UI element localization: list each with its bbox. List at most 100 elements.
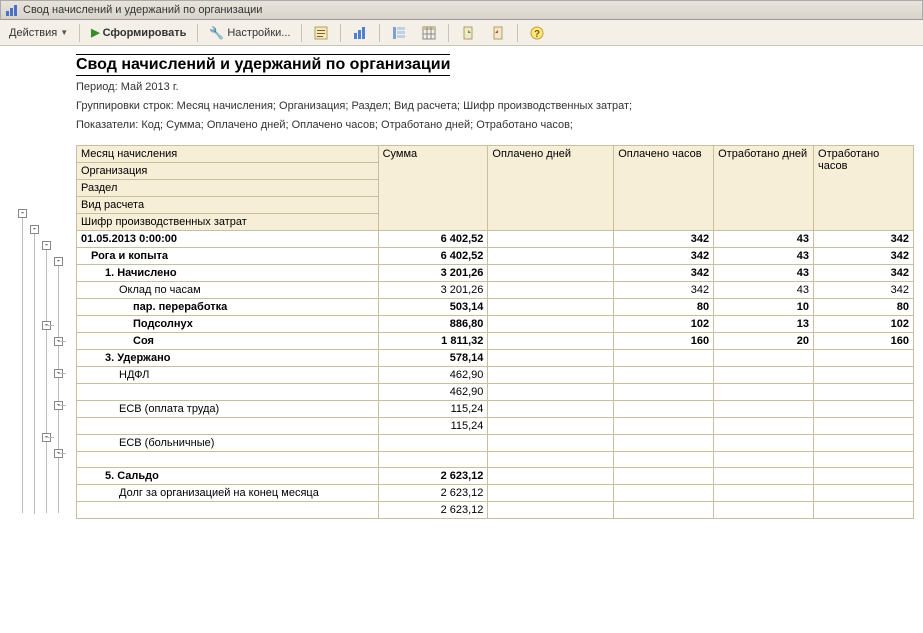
- cell: [814, 434, 914, 451]
- cell: 462,90: [378, 366, 488, 383]
- row-label: [77, 383, 379, 400]
- toolbar-icon-2[interactable]: [347, 22, 373, 44]
- toolbar-icon-1[interactable]: [308, 22, 334, 44]
- separator: [379, 24, 380, 42]
- table-row[interactable]: 2 623,12: [77, 501, 914, 518]
- cell: [488, 400, 614, 417]
- cell: [714, 417, 814, 434]
- row-label: 1. Начислено: [77, 264, 379, 281]
- toolbar-icon-4[interactable]: [416, 22, 442, 44]
- row-label: [77, 451, 379, 467]
- period-line: Период: Май 2013 г.: [76, 80, 917, 95]
- row-label: Соя: [77, 332, 379, 349]
- cell: [714, 383, 814, 400]
- cell: [814, 451, 914, 467]
- row-label: [77, 417, 379, 434]
- table-row[interactable]: [77, 451, 914, 467]
- table-row[interactable]: Рога и копыта6 402,5234243342: [77, 247, 914, 264]
- cell: [614, 467, 714, 484]
- toolbar: Действия ▼ ▶ Сформировать 🔧 Настройки...…: [0, 20, 923, 46]
- cell: [614, 400, 714, 417]
- cell: [378, 451, 488, 467]
- cell: 462,90: [378, 383, 488, 400]
- cell: 3 201,26: [378, 281, 488, 298]
- help-button[interactable]: ?: [524, 22, 550, 44]
- toolbar-icon-3[interactable]: [386, 22, 412, 44]
- cell: [614, 484, 714, 501]
- cell: 80: [614, 298, 714, 315]
- cell: 13: [714, 315, 814, 332]
- cell: [488, 501, 614, 518]
- settings-button[interactable]: 🔧 Настройки...: [204, 23, 295, 43]
- cell: [488, 417, 614, 434]
- toolbar-icon-6[interactable]: [485, 22, 511, 44]
- table-row[interactable]: 115,24: [77, 417, 914, 434]
- cell: 342: [614, 281, 714, 298]
- cell: 2 623,12: [378, 484, 488, 501]
- row-label: Долг за организацией на конец месяца: [77, 484, 379, 501]
- cell: 342: [614, 247, 714, 264]
- table-row[interactable]: Соя1 811,3216020160: [77, 332, 914, 349]
- row-label: Оклад по часам: [77, 281, 379, 298]
- tree-toggle[interactable]: -: [42, 241, 51, 250]
- separator: [197, 24, 198, 42]
- cell: 2 623,12: [378, 467, 488, 484]
- cell: 3 201,26: [378, 264, 488, 281]
- cell: [488, 332, 614, 349]
- cell: 43: [714, 264, 814, 281]
- cell: [814, 501, 914, 518]
- table-row[interactable]: 01.05.2013 0:00:006 402,5234243342: [77, 230, 914, 247]
- hdr-sum: Сумма: [378, 145, 488, 230]
- cell: [814, 417, 914, 434]
- tree-toggle[interactable]: -: [54, 257, 63, 266]
- cell: [614, 417, 714, 434]
- table-row[interactable]: 1. Начислено3 201,2634243342: [77, 264, 914, 281]
- separator: [79, 24, 80, 42]
- table-row[interactable]: Подсолнух886,8010213102: [77, 315, 914, 332]
- form-button[interactable]: ▶ Сформировать: [86, 23, 191, 42]
- cell: 102: [614, 315, 714, 332]
- cell: [814, 467, 914, 484]
- cell: [614, 501, 714, 518]
- table-row[interactable]: Оклад по часам3 201,2634243342: [77, 281, 914, 298]
- table-row[interactable]: 462,90: [77, 383, 914, 400]
- table-row[interactable]: пар. переработка503,14 801080: [77, 298, 914, 315]
- table-row[interactable]: 3. Удержано578,14: [77, 349, 914, 366]
- table-row[interactable]: ЕСВ (больничные): [77, 434, 914, 451]
- cell: 160: [614, 332, 714, 349]
- separator: [301, 24, 302, 42]
- cell: 342: [814, 230, 914, 247]
- separator: [517, 24, 518, 42]
- cell: 578,14: [378, 349, 488, 366]
- grouping-line: Группировки строк: Месяц начисления; Орг…: [76, 99, 917, 114]
- cell: 2 623,12: [378, 501, 488, 518]
- table-row[interactable]: ЕСВ (оплата труда)115,24: [77, 400, 914, 417]
- row-label: пар. переработка: [77, 298, 379, 315]
- actions-label: Действия: [9, 27, 57, 39]
- cell: 80: [814, 298, 914, 315]
- cell: 102: [814, 315, 914, 332]
- row-label: ЕСВ (оплата труда): [77, 400, 379, 417]
- svg-text:?: ?: [534, 29, 540, 40]
- row-label: НДФЛ: [77, 366, 379, 383]
- cell: 160: [814, 332, 914, 349]
- row-label: Подсолнух: [77, 315, 379, 332]
- window-title: Свод начислений и удержаний по организац…: [23, 4, 262, 16]
- tree-toggle[interactable]: -: [30, 225, 39, 234]
- cell: 342: [614, 264, 714, 281]
- cell: [714, 400, 814, 417]
- table-row[interactable]: НДФЛ462,90: [77, 366, 914, 383]
- actions-menu[interactable]: Действия ▼: [4, 24, 73, 42]
- row-label: [77, 501, 379, 518]
- cell: 43: [714, 230, 814, 247]
- cell: 342: [814, 281, 914, 298]
- cell: 10: [714, 298, 814, 315]
- table-row[interactable]: Долг за организацией на конец месяца2 62…: [77, 484, 914, 501]
- toolbar-icon-5[interactable]: [455, 22, 481, 44]
- indicators-line: Показатели: Код; Сумма; Оплачено дней; О…: [76, 118, 917, 133]
- table-row[interactable]: 5. Сальдо2 623,12: [77, 467, 914, 484]
- cell: [488, 298, 614, 315]
- cell: 503,14: [378, 298, 488, 315]
- separator: [448, 24, 449, 42]
- tree-toggle[interactable]: -: [18, 209, 27, 218]
